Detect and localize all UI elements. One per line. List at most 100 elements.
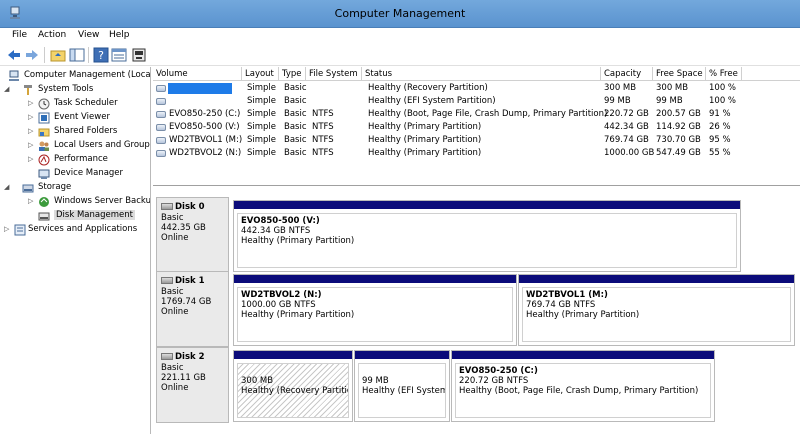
volume-free-space: 547.49 GB bbox=[656, 148, 701, 158]
tree-item-system-tools[interactable]: ◢ System Tools bbox=[0, 83, 150, 97]
tree-item-event-viewer[interactable]: ▷ Event Viewer bbox=[0, 111, 150, 125]
expand-arrow-icon[interactable]: ▷ bbox=[4, 225, 12, 235]
collapse-arrow-icon[interactable]: ◢ bbox=[4, 85, 12, 95]
tree-item-services-applications[interactable]: ▷ Services and Applications bbox=[0, 223, 150, 237]
tree-label: Computer Management (Local bbox=[24, 70, 151, 80]
tree-item-disk-management[interactable]: Disk Management bbox=[0, 209, 150, 223]
shared-folder-icon bbox=[38, 128, 50, 137]
expand-arrow-icon[interactable]: ▷ bbox=[28, 197, 36, 207]
partition-bar bbox=[452, 351, 714, 359]
partition[interactable]: WD2TBVOL1 (M:) 769.74 GB NTFS Healthy (P… bbox=[518, 274, 795, 346]
column-header-status[interactable]: Status bbox=[362, 67, 601, 81]
menu-view[interactable]: View bbox=[78, 30, 99, 40]
partition[interactable]: 300 MB Healthy (Recovery Partition bbox=[233, 350, 353, 422]
column-header-type[interactable]: Type bbox=[279, 67, 306, 81]
disk-row: Disk 0 Basic 442.35 GB Online EVO850-500… bbox=[153, 197, 800, 273]
volume-row[interactable]: EVO850-250 (C:) Simple Basic NTFS Health… bbox=[153, 108, 800, 121]
disk-state: Online bbox=[161, 307, 189, 317]
back-arrow-icon[interactable] bbox=[6, 47, 22, 63]
forward-arrow-icon[interactable] bbox=[24, 47, 40, 63]
toolbar-separator bbox=[88, 47, 89, 63]
tree-item-performance[interactable]: ▷ Performance bbox=[0, 153, 150, 167]
volume-icon bbox=[156, 85, 166, 92]
column-header-percent-free[interactable]: % Free bbox=[706, 67, 742, 81]
disk-name-text: Disk 1 bbox=[175, 276, 205, 286]
collapse-arrow-icon[interactable]: ◢ bbox=[4, 183, 12, 193]
expand-arrow-icon[interactable]: ▷ bbox=[28, 141, 36, 151]
tree-item-device-manager[interactable]: Device Manager bbox=[0, 167, 150, 181]
volume-icon bbox=[156, 137, 166, 144]
disk-kind: Basic bbox=[161, 287, 184, 297]
partition-size: 769.74 GB NTFS bbox=[526, 300, 596, 310]
volume-row[interactable]: Simple Basic Healthy (EFI System Partiti… bbox=[153, 95, 800, 108]
disk-info[interactable]: Disk 2 Basic 221.11 GB Online bbox=[156, 347, 229, 423]
column-header-capacity[interactable]: Capacity bbox=[601, 67, 653, 81]
partition-size: 300 MB bbox=[241, 376, 274, 386]
volume-row[interactable]: WD2TBVOL2 (N:) Simple Basic NTFS Healthy… bbox=[153, 147, 800, 160]
disk-info[interactable]: Disk 0 Basic 442.35 GB Online bbox=[156, 197, 229, 273]
partition[interactable]: EVO850-250 (C:) 220.72 GB NTFS Healthy (… bbox=[451, 350, 715, 422]
partition-bar bbox=[234, 201, 740, 209]
volume-name: EVO850-250 (C:) bbox=[169, 109, 241, 119]
show-hide-tree-icon[interactable] bbox=[69, 47, 85, 63]
volume-layout: Simple bbox=[247, 96, 277, 106]
volume-free-space: 114.92 GB bbox=[656, 122, 701, 132]
volume-type: Basic bbox=[284, 148, 307, 158]
volume-row[interactable]: Simple Basic Healthy (Recovery Partition… bbox=[153, 82, 800, 95]
expand-arrow-icon[interactable]: ▷ bbox=[28, 127, 36, 137]
redacted-volume-name bbox=[168, 83, 232, 94]
disk-name: Disk 0 bbox=[161, 202, 228, 212]
tree-item-shared-folders[interactable]: ▷ Shared Folders bbox=[0, 125, 150, 139]
menu-help[interactable]: Help bbox=[109, 30, 130, 40]
tree-label: Shared Folders bbox=[54, 126, 118, 136]
help-icon[interactable]: ? bbox=[93, 47, 109, 63]
volume-row[interactable]: EVO850-500 (V:) Simple Basic NTFS Health… bbox=[153, 121, 800, 134]
backup-icon bbox=[39, 197, 49, 207]
expand-arrow-icon[interactable]: ▷ bbox=[28, 99, 36, 109]
tree-item-storage[interactable]: ◢ Storage bbox=[0, 181, 150, 195]
disk-info[interactable]: Disk 1 Basic 1769.74 GB Online bbox=[156, 271, 229, 347]
disk-state: Online bbox=[161, 383, 189, 393]
device-manager-icon bbox=[38, 169, 50, 179]
tree-item-local-users[interactable]: ▷ Local Users and Groups bbox=[0, 139, 151, 153]
toolbar-separator bbox=[44, 47, 45, 63]
partition[interactable]: WD2TBVOL2 (N:) 1000.00 GB NTFS Healthy (… bbox=[233, 274, 517, 346]
column-header-file-system[interactable]: File System bbox=[306, 67, 362, 81]
disk-row: Disk 1 Basic 1769.74 GB Online WD2TBVOL2… bbox=[153, 271, 800, 347]
column-header-layout[interactable]: Layout bbox=[242, 67, 279, 81]
tree-label: Storage bbox=[38, 182, 72, 192]
up-folder-icon[interactable] bbox=[50, 47, 66, 63]
partition[interactable]: EVO850-500 (V:) 442.34 GB NTFS Healthy (… bbox=[233, 200, 741, 272]
partition-status: Healthy (EFI System P bbox=[362, 386, 446, 396]
tree-item-windows-server-backup[interactable]: ▷ Windows Server Backup bbox=[0, 195, 150, 209]
volume-percent-free: 95 % bbox=[709, 135, 731, 145]
disk-state: Online bbox=[161, 233, 189, 243]
partition-body: EVO850-500 (V:) 442.34 GB NTFS Healthy (… bbox=[237, 213, 737, 268]
partition-status: Healthy (Primary Partition) bbox=[241, 310, 355, 320]
partition-body: 300 MB Healthy (Recovery Partition bbox=[237, 363, 349, 418]
volume-capacity: 1000.00 GB bbox=[604, 148, 655, 158]
menu-action[interactable]: Action bbox=[38, 30, 66, 40]
disk-name-text: Disk 0 bbox=[175, 202, 205, 212]
volume-percent-free: 100 % bbox=[709, 83, 737, 93]
volume-row[interactable]: WD2TBVOL1 (M:) Simple Basic NTFS Healthy… bbox=[153, 134, 800, 147]
event-viewer-icon bbox=[38, 112, 50, 124]
disk-settings-icon[interactable] bbox=[131, 47, 147, 63]
console-tree: Computer Management (Local ◢ System Tool… bbox=[0, 67, 151, 434]
tree-item-computer-management[interactable]: Computer Management (Local bbox=[0, 69, 151, 83]
properties-icon[interactable] bbox=[111, 47, 127, 63]
tree-item-task-scheduler[interactable]: ▷ Task Scheduler bbox=[0, 97, 150, 111]
partition-status: Healthy (Primary Partition) bbox=[526, 310, 640, 320]
expand-arrow-icon[interactable]: ▷ bbox=[28, 155, 36, 165]
column-header-free-space[interactable]: Free Space bbox=[653, 67, 706, 81]
partition[interactable]: 99 MB Healthy (EFI System P bbox=[354, 350, 450, 422]
disk-name: Disk 1 bbox=[161, 276, 228, 286]
clock-icon bbox=[38, 98, 50, 110]
volume-layout: Simple bbox=[247, 122, 277, 132]
volume-icon bbox=[156, 150, 166, 157]
disk-icon bbox=[161, 277, 173, 284]
tree-label: Local Users and Groups bbox=[54, 140, 151, 150]
menu-file[interactable]: File bbox=[12, 30, 27, 40]
expand-arrow-icon[interactable]: ▷ bbox=[28, 113, 36, 123]
column-header-volume[interactable]: Volume bbox=[153, 67, 242, 81]
